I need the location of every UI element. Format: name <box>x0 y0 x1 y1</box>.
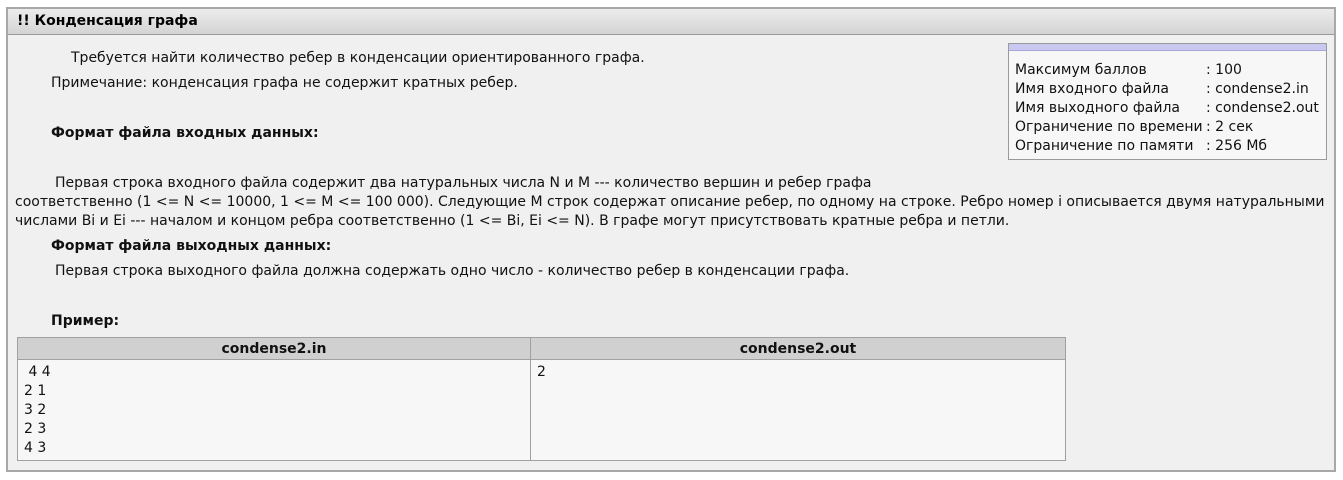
example-input-line: 4 3 <box>24 440 47 456</box>
infobox-top-bar <box>1009 44 1326 51</box>
input-format-line-3: числами Bi и Ei --- началом и концом реб… <box>15 213 1010 229</box>
limits-table: Максимум баллов : 100 Имя входного файла… <box>1015 61 1319 156</box>
limit-row-memory: Ограничение по памяти : 256 Мб <box>1015 137 1319 156</box>
problem-title: !! Конденсация графа <box>8 9 1334 35</box>
limit-row-input-file: Имя входного файла : condense2.in <box>1015 80 1319 99</box>
example-input-line: 2 1 <box>24 383 47 399</box>
input-format-line-2: соответственно (1 <= N <= 10000, 1 <= M … <box>15 194 1325 210</box>
example-input-cell: 4 4 2 1 3 2 2 3 4 3 <box>17 359 531 461</box>
example-output-header: condense2.out <box>530 337 1066 360</box>
output-format-heading: Формат файла выходных данных: <box>51 238 332 254</box>
limit-value: : 256 Мб <box>1206 138 1268 154</box>
limit-row-max-score: Максимум баллов : 100 <box>1015 61 1319 80</box>
example-output-cell: 2 <box>530 359 1066 461</box>
limit-key: Имя выходного файла <box>1015 100 1181 116</box>
input-format-heading: Формат файла входных данных: <box>51 125 319 141</box>
problem-panel: !! Конденсация графа Требуется найти кол… <box>6 7 1336 472</box>
limit-key: Максимум баллов <box>1015 62 1147 78</box>
output-format-line-1: Первая строка выходного файла должна сод… <box>55 263 850 279</box>
limit-row-time: Ограничение по времени : 2 сек <box>1015 118 1319 137</box>
statement-text: Требуется найти количество ребер в конде… <box>71 50 645 66</box>
limit-key: Имя входного файла <box>1015 81 1169 97</box>
limit-value: : 100 <box>1206 62 1242 78</box>
example-input-line: 3 2 <box>24 402 47 418</box>
limit-value: : 2 сек <box>1206 119 1254 135</box>
example-input-line: 2 3 <box>24 421 47 437</box>
limit-value: : condense2.in <box>1206 81 1309 97</box>
limit-key: Ограничение по памяти <box>1015 138 1194 154</box>
limits-infobox: Максимум баллов : 100 Имя входного файла… <box>1008 43 1327 160</box>
limit-key: Ограничение по времени <box>1015 119 1203 135</box>
limit-value: : condense2.out <box>1206 100 1319 116</box>
statement-note: Примечание: конденсация графа не содержи… <box>51 75 518 91</box>
example-heading: Пример: <box>51 313 120 329</box>
example-table: condense2.in condense2.out 4 4 2 1 3 2 2… <box>17 337 1066 461</box>
example-output-line: 2 <box>537 364 546 380</box>
example-input-line: 4 4 <box>24 364 51 380</box>
limit-row-output-file: Имя выходного файла : condense2.out <box>1015 99 1319 118</box>
input-format-line-1: Первая строка входного файла содержит дв… <box>55 175 872 191</box>
example-input-header: condense2.in <box>17 337 531 360</box>
